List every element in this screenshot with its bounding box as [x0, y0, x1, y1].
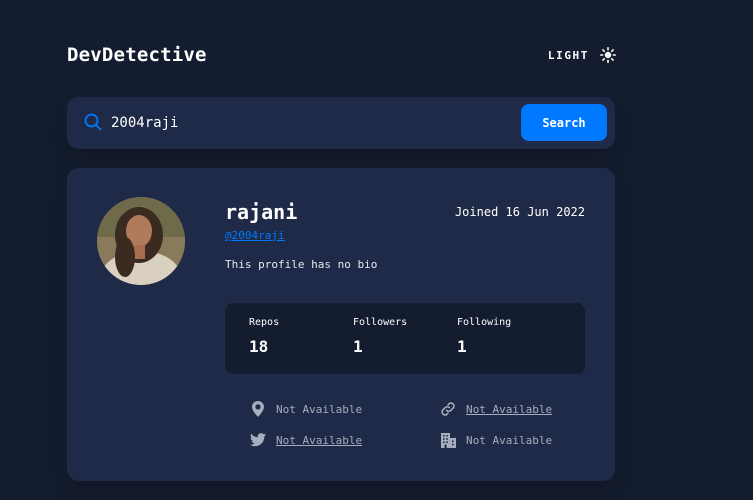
stat-followers: Followers 1 [353, 317, 407, 356]
company-text: Not Available [466, 433, 553, 447]
stat-value: 18 [249, 337, 269, 356]
twitter-icon [250, 432, 266, 448]
search-bar: Search [67, 97, 615, 149]
search-icon [84, 113, 102, 135]
location-icon [250, 401, 266, 417]
joined-date: Joined 16 Jun 2022 [454, 205, 585, 219]
stat-value: 1 [353, 337, 363, 356]
profile-name: rajani [225, 200, 298, 224]
stat-following: Following 1 [457, 317, 511, 356]
app-header: DevDetective LIGHT [67, 40, 616, 70]
location-text: Not Available [276, 402, 363, 416]
stat-repos: Repos 18 [249, 317, 279, 356]
stat-label: Following [457, 317, 512, 328]
app-title: DevDetective [67, 44, 207, 66]
stat-label: Followers [353, 317, 408, 328]
company-item: Not Available [440, 432, 552, 448]
stats-panel: Repos 18 Followers 1 Following 1 [225, 303, 585, 374]
stat-label: Repos [249, 317, 280, 328]
profile-bio: This profile has no bio [225, 258, 378, 271]
twitter-link[interactable]: Not Available [276, 434, 362, 447]
stat-value: 1 [457, 337, 467, 356]
link-icon [440, 401, 456, 417]
search-button[interactable]: Search [521, 104, 607, 141]
location-item: Not Available [250, 401, 362, 417]
theme-toggle[interactable]: LIGHT [548, 47, 616, 63]
twitter-item[interactable]: Not Available [250, 432, 362, 448]
website-link[interactable]: Not Available [466, 403, 552, 416]
profile-card: rajani Joined 16 Jun 2022 @2004raji This… [67, 168, 615, 481]
profile-username-link[interactable]: @2004raji [225, 229, 285, 242]
avatar [97, 197, 185, 285]
website-item[interactable]: Not Available [440, 401, 552, 417]
theme-toggle-label: LIGHT [547, 48, 589, 62]
building-icon [440, 432, 456, 448]
sun-icon [600, 47, 616, 63]
search-input[interactable] [111, 110, 491, 136]
